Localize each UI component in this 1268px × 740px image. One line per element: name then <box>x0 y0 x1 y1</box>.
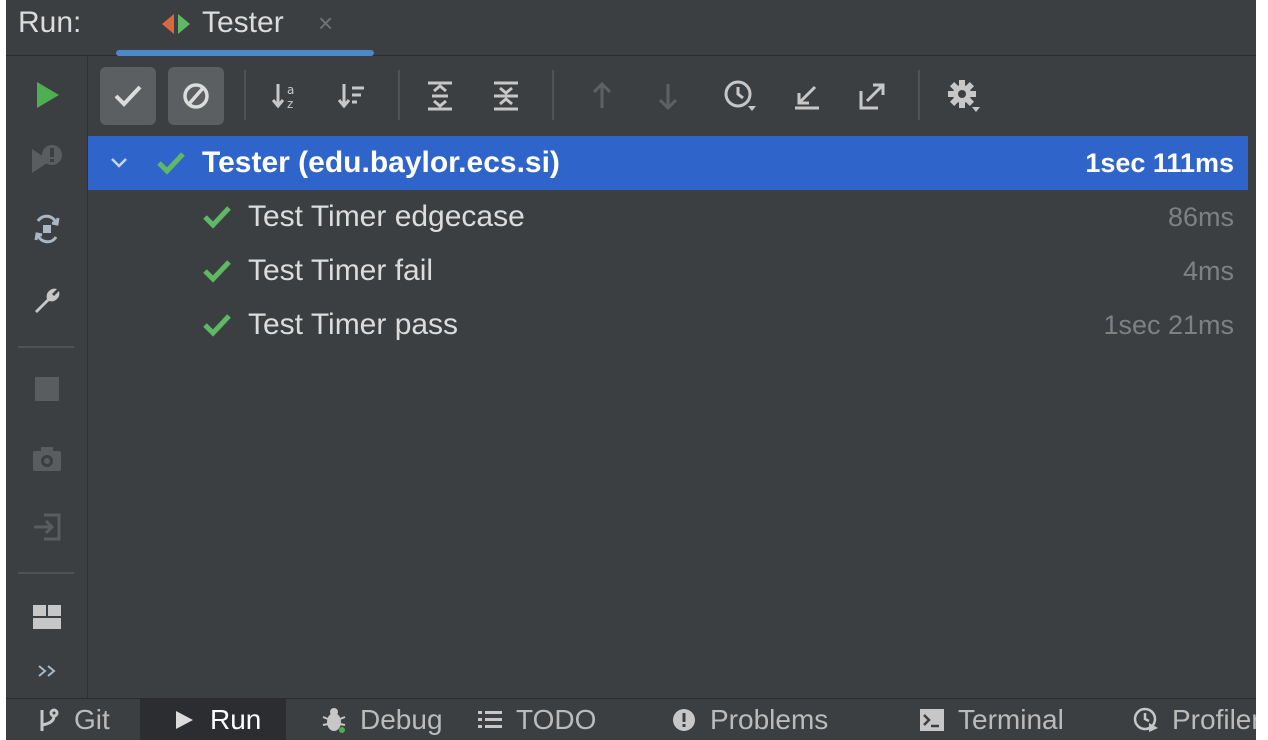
debug-tool-label: Debug <box>360 704 443 735</box>
profiler-tool-button[interactable]: Profiler <box>1132 699 1256 740</box>
bug-icon <box>320 706 348 734</box>
passed-check-icon <box>203 314 231 337</box>
profiler-icon <box>1132 706 1160 734</box>
settings-button[interactable] <box>936 67 992 125</box>
next-failed-test-button[interactable] <box>640 67 696 125</box>
toolbar-separator <box>18 346 74 348</box>
left-toolbar <box>6 56 88 698</box>
test-row-pass[interactable]: Test Timer pass 1sec 21ms <box>88 298 1248 352</box>
profiler-tool-label: Profiler <box>1172 704 1256 735</box>
export-tests-icon <box>859 83 885 110</box>
ignored-icon <box>183 83 209 109</box>
test-duration: 86ms <box>1167 202 1234 232</box>
exit-icon <box>34 513 61 541</box>
debug-tool-button[interactable]: Debug <box>320 699 443 740</box>
problems-tool-label: Problems <box>710 704 829 735</box>
list-icon <box>476 706 504 734</box>
wrench-icon <box>35 288 60 313</box>
collapse-all-icon <box>494 81 518 111</box>
run-label: Run: <box>18 6 82 39</box>
test-history-button[interactable] <box>712 67 768 125</box>
stop-icon <box>35 377 59 401</box>
show-passed-button[interactable] <box>100 67 156 125</box>
gear-icon <box>948 80 980 112</box>
edit-configuration-button[interactable] <box>26 280 68 322</box>
run-tool-window: Run: Tester × a z Tester (edu.baylor.ecs… <box>6 0 1256 740</box>
test-toolbar: a z <box>88 56 1256 136</box>
test-results-tree: Tester (edu.baylor.ecs.si) 1sec 111ms Te… <box>88 136 1256 698</box>
svg-text:z: z <box>287 97 293 111</box>
rerun-failed-button[interactable] <box>26 138 68 180</box>
terminal-icon <box>918 706 946 734</box>
show-ignored-button[interactable] <box>168 67 224 125</box>
rerun-button[interactable] <box>26 74 68 116</box>
todo-tool-button[interactable]: TODO <box>476 699 596 740</box>
more-button[interactable] <box>26 650 68 692</box>
toggle-autotest-icon <box>34 214 60 244</box>
collapse-all-button[interactable] <box>478 67 534 125</box>
close-icon[interactable]: × <box>318 8 333 39</box>
arrow-up-icon <box>592 81 612 108</box>
tab-tester[interactable]: Tester × <box>116 0 374 56</box>
tool-window-bar: Git Run Debug TODO Problems Terminal Pro… <box>6 698 1256 740</box>
check-icon <box>114 85 142 107</box>
passed-check-icon <box>203 260 231 283</box>
test-label: Test Timer pass <box>248 308 459 341</box>
sort-alphabetically-button[interactable]: a z <box>258 67 314 125</box>
previous-failed-test-button[interactable] <box>574 67 630 125</box>
toolbar-separator <box>18 572 74 574</box>
svg-text:a: a <box>287 83 294 97</box>
tab-title: Tester <box>202 6 284 39</box>
sort-by-duration-button[interactable] <box>324 67 380 125</box>
passed-check-icon <box>203 206 231 229</box>
test-duration: 1sec 21ms <box>1103 310 1234 340</box>
export-tests-button[interactable] <box>844 67 900 125</box>
stop-button[interactable] <box>26 368 68 410</box>
terminal-tool-button[interactable]: Terminal <box>918 699 1064 740</box>
expand-all-button[interactable] <box>412 67 468 125</box>
play-icon <box>170 706 198 734</box>
run-header: Run: Tester × <box>6 0 1256 56</box>
test-suite-duration: 1sec 111ms <box>1085 148 1234 178</box>
test-label: Test Timer edgecase <box>248 200 525 233</box>
todo-tool-label: TODO <box>516 704 597 735</box>
problems-tool-button[interactable]: Problems <box>670 699 828 740</box>
import-tests-icon <box>795 85 819 110</box>
run-tool-button[interactable]: Run <box>140 699 286 740</box>
layout-button[interactable] <box>26 596 68 638</box>
git-tool-label: Git <box>74 704 110 735</box>
passed-check-icon <box>157 152 185 175</box>
sort-alphabetically-icon: a z <box>271 83 294 111</box>
toolbar-separator <box>918 70 920 120</box>
test-label: Test Timer fail <box>248 254 434 287</box>
more-icon <box>38 665 56 677</box>
layout-icon <box>33 605 61 629</box>
toolbar-separator <box>398 70 400 120</box>
chevron-down-icon[interactable] <box>108 150 130 174</box>
warning-icon <box>670 706 698 734</box>
toolbar-separator <box>552 70 554 120</box>
test-config-icon <box>162 14 190 34</box>
toolbar-separator <box>244 70 246 120</box>
import-tests-button[interactable] <box>778 67 834 125</box>
toggle-auto-test-button[interactable] <box>26 208 68 250</box>
terminal-tool-label: Terminal <box>958 704 1064 735</box>
arrow-down-icon <box>658 84 678 111</box>
play-icon <box>37 82 59 108</box>
test-row-edgecase[interactable]: Test Timer edgecase 86ms <box>88 190 1248 244</box>
sort-by-duration-icon <box>337 84 364 109</box>
run-tool-label: Run <box>210 704 262 735</box>
expand-all-icon <box>428 81 452 111</box>
test-root-row[interactable]: Tester (edu.baylor.ecs.si) 1sec 111ms <box>88 136 1248 190</box>
exit-button[interactable] <box>26 506 68 548</box>
git-tool-button[interactable]: Git <box>34 699 124 740</box>
history-icon <box>724 80 756 111</box>
test-suite-label: Tester (edu.baylor.ecs.si) <box>202 146 560 179</box>
screenshot-button[interactable] <box>26 438 68 480</box>
camera-icon <box>33 447 61 471</box>
rerun-failed-icon <box>32 145 62 173</box>
test-duration: 4ms <box>1182 256 1234 286</box>
git-branch-icon <box>34 706 62 734</box>
test-row-fail[interactable]: Test Timer fail 4ms <box>88 244 1248 298</box>
